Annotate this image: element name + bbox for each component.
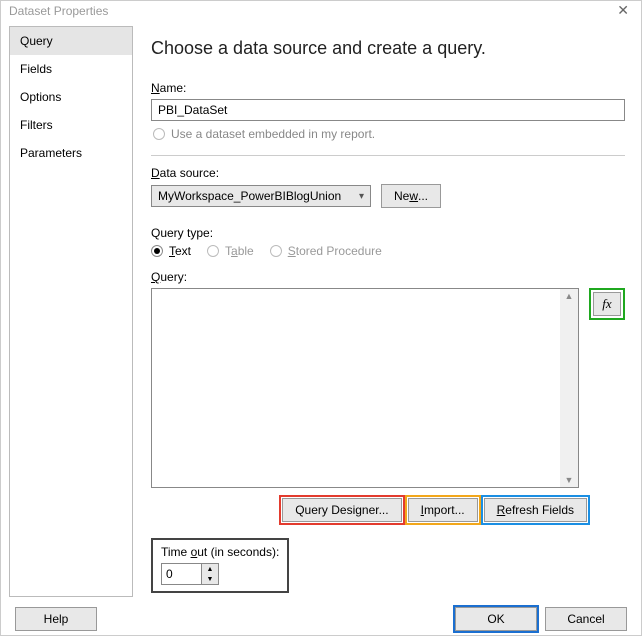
import-button[interactable]: Import...: [408, 498, 478, 522]
datasource-value: MyWorkspace_PowerBIBlogUnion: [158, 189, 341, 203]
sidebar-item-query[interactable]: Query: [10, 27, 132, 55]
embedded-label: Use a dataset embedded in my report.: [171, 127, 375, 141]
window-title: Dataset Properties: [9, 4, 108, 18]
datasource-select[interactable]: MyWorkspace_PowerBIBlogUnion ▾: [151, 185, 371, 207]
timeout-group: Time out (in seconds): ▲ ▼: [151, 538, 289, 593]
radio-icon: [153, 128, 165, 140]
querytype-storedprocedure[interactable]: Stored Procedure: [270, 244, 382, 258]
querytype-label: Query type:: [151, 226, 625, 240]
help-button[interactable]: Help: [15, 607, 97, 631]
timeout-input[interactable]: [161, 563, 201, 585]
spinner-down-icon[interactable]: ▼: [202, 574, 218, 584]
sidebar-item-parameters[interactable]: Parameters: [10, 139, 132, 167]
radio-icon: [270, 245, 282, 257]
query-designer-button[interactable]: Query Designer...: [282, 498, 401, 522]
fx-icon: fx: [602, 296, 611, 312]
embedded-radio-row: Use a dataset embedded in my report.: [153, 127, 625, 141]
name-label: Name:: [151, 81, 625, 95]
scroll-down-icon[interactable]: ▼: [565, 473, 574, 487]
ok-button[interactable]: OK: [455, 607, 537, 631]
querytype-text[interactable]: Text: [151, 244, 191, 258]
sidebar-item-options[interactable]: Options: [10, 83, 132, 111]
scroll-up-icon[interactable]: ▲: [565, 289, 574, 303]
query-label: Query:: [151, 270, 625, 284]
radio-icon: [207, 245, 219, 257]
chevron-down-icon: ▾: [359, 191, 364, 202]
refresh-fields-button[interactable]: Refresh Fields: [484, 498, 587, 522]
datasource-label: Data source:: [151, 166, 625, 180]
querytype-table[interactable]: Table: [207, 244, 254, 258]
spinner-up-icon[interactable]: ▲: [202, 564, 218, 574]
new-datasource-button[interactable]: New...: [381, 184, 441, 208]
timeout-label: Time out (in seconds):: [161, 545, 279, 559]
expression-button[interactable]: fx: [593, 292, 621, 316]
name-input[interactable]: [151, 99, 625, 121]
sidebar-item-filters[interactable]: Filters: [10, 111, 132, 139]
sidebar-item-fields[interactable]: Fields: [10, 55, 132, 83]
query-textarea[interactable]: ▲ ▼: [151, 288, 579, 488]
cancel-button[interactable]: Cancel: [545, 607, 627, 631]
sidebar: Query Fields Options Filters Parameters: [9, 26, 133, 597]
radio-icon: [151, 245, 163, 257]
scrollbar[interactable]: ▲ ▼: [560, 289, 578, 487]
page-heading: Choose a data source and create a query.: [151, 38, 625, 59]
close-icon[interactable]: ✕: [613, 2, 633, 19]
